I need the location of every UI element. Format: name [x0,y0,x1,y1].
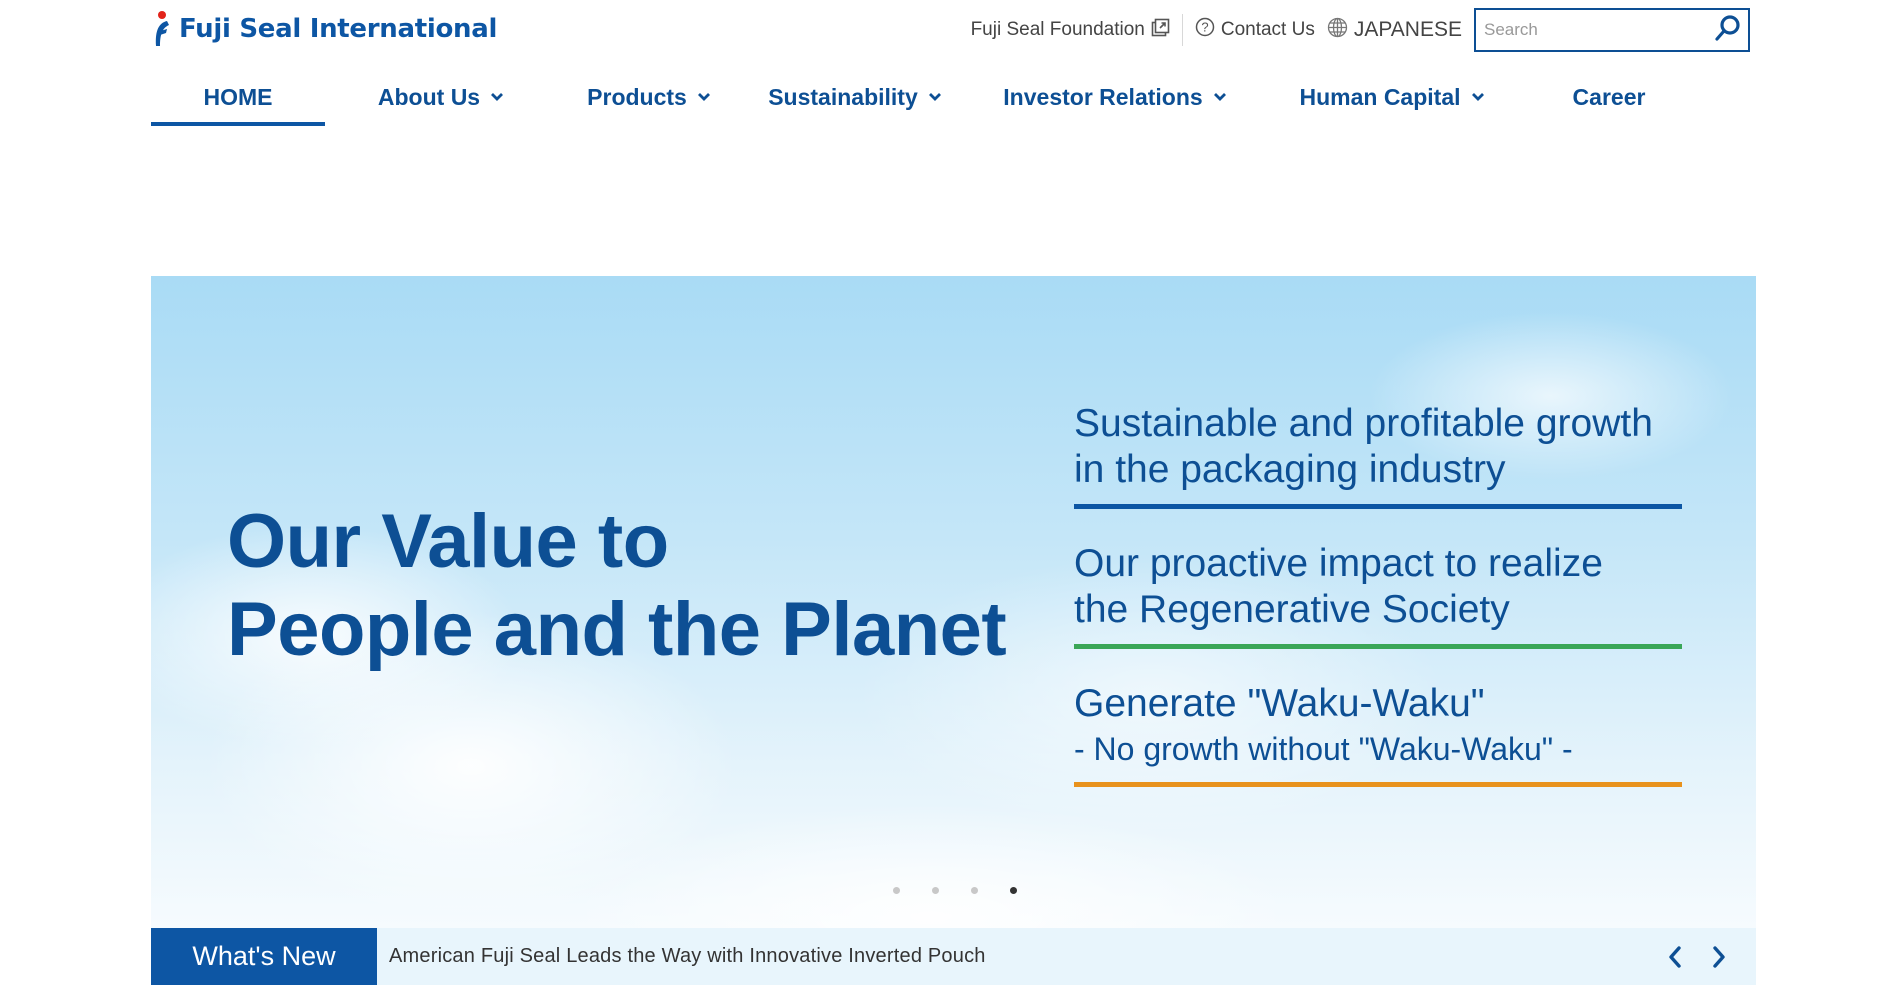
slider-dot[interactable] [1010,887,1017,894]
search-input[interactable] [1484,20,1714,40]
page: Fuji Seal International Fuji Seal Founda… [0,0,1900,985]
value-list: Sustainable and profitable growth in the… [1074,401,1682,819]
value-item: Our proactive impact to realize the Rege… [1074,541,1682,649]
nav-item-products[interactable]: Products [557,68,741,126]
nav-item-label: Career [1572,83,1646,110]
search-icon[interactable] [1714,14,1742,47]
value-line: in the packaging industry [1074,448,1506,491]
hero-heading-line: People and the Planet [227,587,1007,672]
value-underline [1074,782,1682,787]
chevron-down-icon [1213,93,1226,101]
contact-us-link[interactable]: ? Contact Us [1195,17,1315,43]
nav-item-human-capital[interactable]: Human Capital [1261,68,1523,126]
contact-label: Contact Us [1220,19,1315,40]
hero-slider[interactable]: Our Value to People and the Planet Susta… [151,276,1756,928]
logo-text: Fuji Seal International [179,14,498,44]
external-link-icon [1151,18,1170,43]
chevron-left-icon[interactable] [1666,944,1684,970]
chevron-down-icon [928,93,941,101]
utility-divider [1181,14,1183,46]
nav-item-label: HOME [203,83,273,110]
site-header: Fuji Seal International Fuji Seal Founda… [0,0,1900,70]
value-line: - No growth without "Waku-Waku" - [1074,731,1573,767]
value-underline [1074,644,1682,649]
nav-item-investor-relations[interactable]: Investor Relations [969,68,1261,126]
logo-mark-icon [151,10,173,48]
question-circle-icon: ? [1195,17,1215,43]
language-label: JAPANESE [1353,18,1462,41]
nav-item-about-us[interactable]: About Us [325,68,557,126]
svg-text:?: ? [1201,20,1208,35]
fuji-seal-foundation-link[interactable]: Fuji Seal Foundation [971,18,1170,43]
value-line: the Regenerative Society [1074,588,1510,631]
main-nav: HOME About Us Products Sustainability In… [151,68,1756,126]
search-box [1474,8,1750,52]
nav-item-sustainability[interactable]: Sustainability [741,68,969,126]
chevron-down-icon [491,93,504,101]
site-logo[interactable]: Fuji Seal International [151,9,497,49]
value-line: Sustainable and profitable growth [1074,402,1653,445]
value-line: Our proactive impact to realize [1074,542,1603,585]
nav-item-label: About Us [377,83,481,110]
utility-bar: Fuji Seal Foundation ? Contact Us JAPANE… [971,8,1750,52]
whats-new-headline-link[interactable]: American Fuji Seal Leads the Way with In… [389,945,1666,968]
whats-new-bar: What's New American Fuji Seal Leads the … [151,928,1756,985]
slider-dot[interactable] [893,887,900,894]
whats-new-label: What's New [151,928,377,985]
nav-item-label: Human Capital [1299,83,1461,110]
nav-item-label: Investor Relations [1003,83,1203,110]
nav-item-label: Sustainability [768,83,918,110]
hero-heading-line: Our Value to [227,499,669,584]
globe-icon [1327,17,1348,44]
value-item: Generate "Waku-Waku" - No growth without… [1074,681,1682,787]
foundation-label: Fuji Seal Foundation [970,19,1145,40]
slider-dot[interactable] [971,887,978,894]
slider-dots [893,887,1017,894]
nav-item-label: Products [587,83,687,110]
chevron-down-icon [1471,93,1484,101]
nav-item-career[interactable]: Career [1523,68,1695,126]
value-underline [1074,504,1682,509]
chevron-down-icon [697,93,710,101]
value-line: Generate "Waku-Waku" [1074,682,1485,725]
whats-new-controls [1666,944,1728,970]
chevron-right-icon[interactable] [1710,944,1728,970]
nav-item-home[interactable]: HOME [151,68,325,126]
hero-heading: Our Value to People and the Planet [227,498,1007,674]
value-item: Sustainable and profitable growth in the… [1074,401,1682,509]
japanese-language-link[interactable]: JAPANESE [1327,17,1462,44]
slider-dot[interactable] [932,887,939,894]
